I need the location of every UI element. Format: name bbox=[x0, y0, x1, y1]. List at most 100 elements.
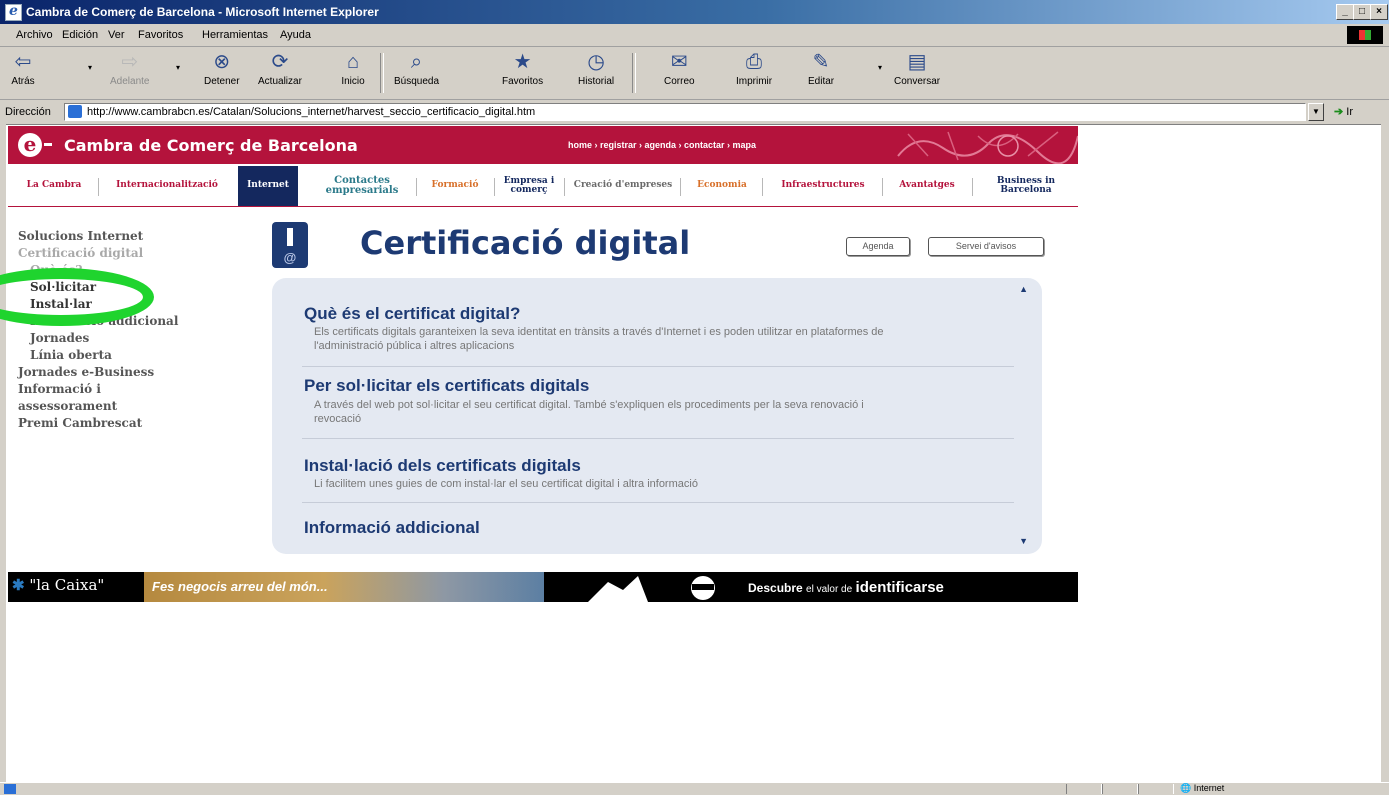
sidebar-item-premi-cambrescat[interactable]: Premi Cambrescat bbox=[18, 415, 248, 432]
page-title: Certificació digital bbox=[360, 224, 691, 262]
menu-archivo[interactable]: Archivo bbox=[16, 29, 53, 41]
nav-business-barcelona[interactable]: Business in Barcelona bbox=[976, 166, 1076, 206]
header-pattern-image bbox=[888, 126, 1078, 164]
menu-edicion[interactable]: Edición bbox=[62, 29, 98, 41]
sidebar-item-jornades[interactable]: Jornades bbox=[18, 330, 248, 347]
go-arrow-icon: ➔ bbox=[1334, 106, 1344, 118]
main-nav: La Cambra Internacionalització Internet … bbox=[8, 166, 1078, 207]
menu-herramientas[interactable]: Herramientas bbox=[202, 29, 268, 41]
sidebar-item-jornades-ebusiness[interactable]: Jornades e-Business bbox=[18, 364, 248, 381]
item-title-installacio[interactable]: Instal·lació dels certificats digitals bbox=[304, 456, 581, 476]
top-links[interactable]: home › registrar › agenda › contactar › … bbox=[568, 140, 756, 150]
alerts-button[interactable]: Servei d'avisos bbox=[928, 237, 1044, 256]
minimize-button[interactable]: _ bbox=[1336, 4, 1354, 20]
certificate-icon: @ bbox=[272, 222, 308, 268]
status-segment bbox=[1102, 784, 1138, 794]
scroll-up-icon[interactable]: ▲ bbox=[1019, 284, 1028, 294]
print-button[interactable]: ⎙ Imprimir bbox=[736, 50, 772, 87]
back-dropdown-icon[interactable]: ▾ bbox=[88, 63, 92, 72]
go-label: Ir bbox=[1346, 106, 1354, 118]
window-right-border bbox=[1381, 124, 1389, 782]
ad-banner[interactable]: ✱ "la Caixa" Fes negocis arreu del món..… bbox=[8, 572, 1078, 602]
back-button[interactable]: ⇦ Atrás bbox=[10, 50, 36, 87]
item-desc-installacio: Li facilitem unes guies de com instal·la… bbox=[314, 478, 698, 490]
edit-button[interactable]: ✎ Editar bbox=[808, 50, 834, 87]
nav-separator bbox=[416, 178, 417, 196]
stop-icon: ⊗ bbox=[213, 51, 231, 73]
logo-dash bbox=[44, 143, 52, 146]
address-bar: Dirección http://www.cambrabcn.es/Catala… bbox=[0, 100, 1389, 125]
edit-dropdown-icon[interactable]: ▾ bbox=[878, 63, 882, 72]
item-divider bbox=[302, 438, 1014, 439]
status-bar: 🌐 Internet bbox=[0, 782, 1389, 795]
forward-button[interactable]: ⇨ Adelante bbox=[110, 50, 149, 87]
favorites-button[interactable]: ★ Favoritos bbox=[502, 50, 543, 87]
sidebar-item-solucions-internet[interactable]: Solucions Internet bbox=[18, 228, 248, 245]
nav-creacio-empreses[interactable]: Creació d'empreses bbox=[568, 166, 678, 206]
history-icon: ◷ bbox=[587, 51, 605, 73]
nav-empresa-comerc[interactable]: Empresa i comerç bbox=[498, 166, 560, 206]
nav-internet[interactable]: Internet bbox=[238, 166, 298, 206]
security-zone: 🌐 Internet bbox=[1180, 783, 1224, 794]
back-label: Atrás bbox=[11, 76, 35, 87]
nav-economia[interactable]: Economia bbox=[684, 166, 760, 206]
maximize-button[interactable]: □ bbox=[1353, 4, 1371, 20]
item-title-sollicitar[interactable]: Per sol·licitar els certificats digitals bbox=[304, 376, 589, 396]
page-icon bbox=[68, 105, 82, 118]
nav-separator bbox=[564, 178, 565, 196]
la-caixa-logo[interactable]: ✱ "la Caixa" bbox=[12, 576, 104, 594]
toolbar: ⇦ Atrás ▾ ⇨ Adelante ▾ ⊗ Detener ⟳ Actua… bbox=[0, 47, 1389, 100]
nav-infraestructures[interactable]: Infraestructures bbox=[766, 166, 880, 206]
menu-bar: Archivo Edición Ver Favoritos Herramient… bbox=[0, 24, 1389, 47]
refresh-label: Actualizar bbox=[258, 76, 302, 87]
forward-arrow-icon: ⇨ bbox=[121, 51, 139, 73]
address-dropdown-icon[interactable]: ▼ bbox=[1308, 103, 1324, 121]
edit-icon: ✎ bbox=[812, 51, 830, 73]
banner-cta-word: identificarse bbox=[855, 579, 944, 596]
address-input[interactable]: http://www.cambrabcn.es/Catalan/Solucion… bbox=[64, 103, 1306, 121]
cambra-logo-icon[interactable]: e bbox=[18, 133, 42, 157]
window-left-border bbox=[0, 124, 6, 782]
content-panel: ▲ Què és el certificat digital? Els cert… bbox=[272, 278, 1042, 554]
home-button[interactable]: ⌂ Inicio bbox=[340, 50, 366, 87]
banner-cta[interactable]: Descubre el valor de identificarse bbox=[748, 579, 944, 596]
nav-internacionalitzacio[interactable]: Internacionalització bbox=[102, 166, 232, 206]
search-button[interactable]: ⌕ Búsqueda bbox=[394, 50, 439, 87]
search-icon: ⌕ bbox=[410, 51, 423, 73]
go-button[interactable]: ➔ Ir bbox=[1334, 105, 1353, 118]
nav-avantatges[interactable]: Avantatges bbox=[886, 166, 968, 206]
menu-favoritos[interactable]: Favoritos bbox=[138, 29, 183, 41]
forward-dropdown-icon[interactable]: ▾ bbox=[176, 63, 180, 72]
refresh-icon: ⟳ bbox=[271, 51, 289, 73]
refresh-button[interactable]: ⟳ Actualizar bbox=[258, 50, 302, 87]
item-title-informacio-addicional[interactable]: Informació addicional bbox=[304, 518, 480, 538]
status-segment bbox=[1138, 784, 1174, 794]
sidebar-item-informacio[interactable]: Informació i bbox=[18, 381, 248, 398]
mail-button[interactable]: ✉ Correo bbox=[664, 50, 695, 87]
history-button[interactable]: ◷ Historial bbox=[578, 50, 614, 87]
menu-ver[interactable]: Ver bbox=[108, 29, 125, 41]
site-name[interactable]: Cambra de Comerç de Barcelona bbox=[64, 136, 358, 155]
discuss-button[interactable]: ▤ Conversar bbox=[894, 50, 940, 87]
home-icon: ⌂ bbox=[346, 51, 360, 73]
search-label: Búsqueda bbox=[394, 76, 440, 87]
nav-contactes-empresarials[interactable]: Contactes empresarials bbox=[312, 166, 412, 206]
scroll-down-icon[interactable]: ▼ bbox=[1019, 536, 1028, 546]
sidebar-item-linia-oberta[interactable]: Línia oberta bbox=[18, 347, 248, 364]
stop-button[interactable]: ⊗ Detener bbox=[204, 50, 240, 87]
window-title: Cambra de Comerç de Barcelona - Microsof… bbox=[26, 5, 379, 19]
sidebar-item-assessorament[interactable]: assessorament bbox=[18, 398, 248, 415]
edit-label: Editar bbox=[808, 76, 835, 87]
nav-formacio[interactable]: Formació bbox=[420, 166, 490, 206]
item-divider bbox=[302, 502, 1014, 503]
favorites-icon: ★ bbox=[513, 51, 532, 73]
close-button[interactable]: × bbox=[1370, 4, 1388, 20]
nav-separator bbox=[98, 178, 99, 196]
agenda-button[interactable]: Agenda bbox=[846, 237, 910, 256]
nav-la-cambra[interactable]: La Cambra bbox=[12, 166, 96, 206]
menu-ayuda[interactable]: Ayuda bbox=[280, 29, 311, 41]
nav-separator bbox=[972, 178, 973, 196]
item-title-que-es[interactable]: Què és el certificat digital? bbox=[304, 304, 520, 324]
sidebar-item-certificacio-digital[interactable]: Certificació digital bbox=[18, 245, 248, 262]
star-logo-icon: ✱ bbox=[12, 576, 25, 594]
